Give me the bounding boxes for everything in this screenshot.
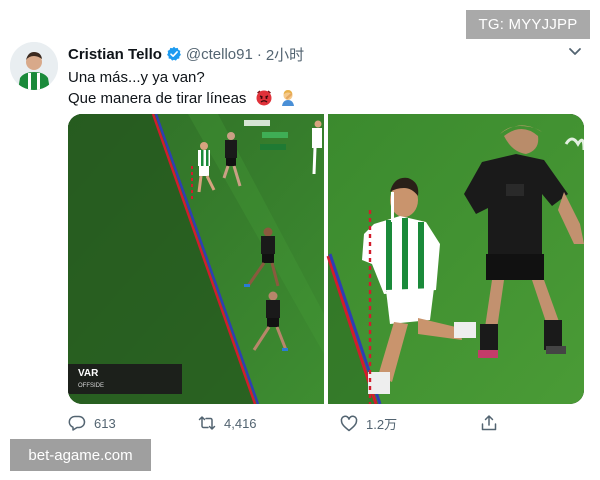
retweet-count: 4,416 — [224, 415, 257, 431]
tweet-media[interactable]: VAR OFFSIDE — [68, 114, 584, 404]
more-options-chevron-icon[interactable] — [566, 42, 584, 60]
heart-icon — [340, 415, 358, 431]
left-frame: VAR OFFSIDE — [68, 114, 324, 404]
like-count: 1.2万 — [366, 417, 398, 432]
author-name[interactable]: Cristian Tello — [68, 46, 162, 63]
tweet-text-line-2: Que manera de tirar líneas — [68, 88, 297, 112]
tweet-text-line-2-text: Que manera de tirar líneas — [68, 90, 247, 107]
watermark-bottom-left: bet-agame.com — [10, 439, 151, 471]
media-image: VAR OFFSIDE — [68, 114, 584, 404]
retweet-button[interactable]: 4,416 — [198, 414, 257, 432]
right-frame — [326, 114, 584, 404]
tweet-header: Cristian Tello @ctello91 · 2小时 — [68, 44, 304, 64]
like-button[interactable]: 1.2万 — [340, 414, 397, 433]
tweet-text: Una más...y ya van? Que manera de tirar … — [68, 68, 297, 112]
retweet-icon — [198, 416, 216, 430]
action-bar: 613 4,416 1.2万 — [68, 414, 584, 436]
angry-face-emoji-icon — [255, 88, 273, 112]
separator-dot: · — [256, 45, 262, 63]
share-button[interactable] — [480, 414, 498, 432]
offside-label: OFFSIDE — [78, 383, 104, 389]
verified-badge-icon — [166, 46, 182, 62]
author-handle[interactable]: @ctello91 — [186, 46, 253, 63]
tweet-card: Cristian Tello @ctello91 · 2小时 Una más..… — [0, 0, 600, 480]
share-icon — [481, 415, 497, 431]
tweet-time[interactable]: 2小时 — [266, 44, 304, 65]
avatar[interactable] — [10, 42, 58, 90]
tweet-text-line-1: Una más...y ya van? — [68, 69, 205, 86]
var-label: VAR — [78, 368, 99, 379]
person-facepalming-emoji-icon — [279, 88, 297, 112]
avatar-image — [10, 42, 58, 90]
reply-button[interactable]: 613 — [68, 414, 116, 432]
reply-icon — [68, 415, 86, 431]
watermark-top-right: TG: MYYJJPP — [466, 10, 590, 39]
reply-count: 613 — [94, 415, 116, 431]
